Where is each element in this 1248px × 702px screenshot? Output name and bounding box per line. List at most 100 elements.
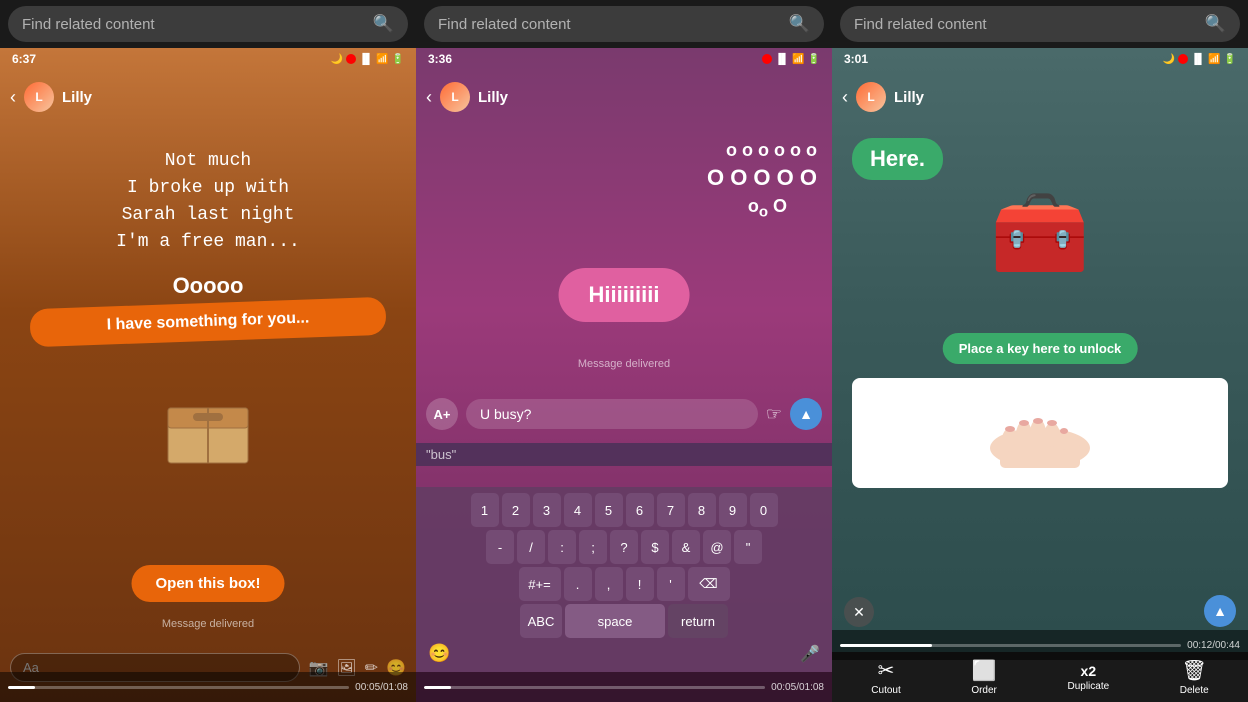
- panel1-avatar: L: [24, 82, 54, 112]
- panel2-message-input[interactable]: [466, 399, 758, 429]
- panel2-font-button[interactable]: A+: [426, 398, 458, 430]
- kb-key-1[interactable]: 1: [471, 493, 499, 527]
- kb-key-5[interactable]: 5: [595, 493, 623, 527]
- search-button-2[interactable]: 🔍: [789, 14, 810, 34]
- panel3-avatar: L: [856, 82, 886, 112]
- panel3-moon-icon: 🌙: [1162, 54, 1174, 65]
- kb-key-return[interactable]: return: [668, 604, 728, 638]
- kb-emoji-button[interactable]: 😊: [428, 643, 450, 664]
- kb-key-comma[interactable]: ,: [595, 567, 623, 601]
- kb-key-9[interactable]: 9: [719, 493, 747, 527]
- panel3-contact-name: Lilly: [894, 89, 924, 106]
- kb-key-4[interactable]: 4: [564, 493, 592, 527]
- panel3-up-button[interactable]: ▲: [1204, 595, 1236, 627]
- duplicate-label: Duplicate: [1067, 681, 1109, 692]
- panel3-progress-wrap: 00:12/00:44: [832, 630, 1248, 660]
- panel2-hiii-bubble: Hiiiiiiiii: [559, 268, 690, 322]
- panels-container: 6:37 🌙 ▐▌ 📶 🔋 ‹ L Lilly Not much I broke…: [0, 48, 1248, 702]
- panel1-box: [163, 388, 253, 468]
- panel3-dot: [1178, 54, 1188, 64]
- panel1-time: 6:37: [12, 52, 36, 66]
- panel3-hand-svg: [980, 388, 1100, 478]
- kb-key-7[interactable]: 7: [657, 493, 685, 527]
- search-bar-2[interactable]: 🔍: [424, 6, 824, 42]
- kb-key-3[interactable]: 3: [533, 493, 561, 527]
- panel3-order-tool[interactable]: ⬜ Order: [971, 658, 997, 696]
- kb-key-colon[interactable]: :: [548, 530, 576, 564]
- panel1-progress-time: 00:05/01:08: [355, 682, 408, 693]
- panel2-battery-icon: 🔋: [808, 54, 820, 65]
- delete-label: Delete: [1180, 685, 1209, 696]
- panel2-keyboard: 1 2 3 4 5 6 7 8 9 0 - / : ; ? $ & @: [416, 487, 832, 672]
- panel2-status-icons: ▐▌ 📶 🔋: [762, 54, 820, 65]
- search-input-3[interactable]: [854, 16, 1197, 33]
- search-bars-container: 🔍 🔍 🔍: [0, 0, 1248, 48]
- kb-key-at[interactable]: @: [703, 530, 731, 564]
- search-input-1[interactable]: [22, 16, 365, 33]
- kb-key-slash[interactable]: /: [517, 530, 545, 564]
- panel2-input-row: A+ ☞ ▲: [426, 398, 822, 430]
- panel1-msg-3: Sarah last night: [20, 202, 396, 229]
- kb-key-apos[interactable]: ': [657, 567, 685, 601]
- panel1-battery-icon: 🔋: [392, 54, 404, 65]
- kb-key-0[interactable]: 0: [750, 493, 778, 527]
- kb-mic-button[interactable]: 🎤: [800, 644, 820, 664]
- panel3-unlock-button[interactable]: Place a key here to unlock: [943, 333, 1138, 364]
- kb-key-delete[interactable]: ⌫: [688, 567, 730, 601]
- panel1-signal-icon: ▐▌: [359, 54, 373, 65]
- panel1-nav: ‹ L Lilly: [0, 76, 416, 118]
- panel2-progress-wrap: 00:05/01:08: [416, 672, 832, 702]
- keyboard-row-numbers: 1 2 3 4 5 6 7 8 9 0: [420, 493, 828, 527]
- panel3-nav: ‹ L Lilly: [832, 76, 1248, 118]
- order-label: Order: [971, 685, 997, 696]
- panel3-hand-area: [852, 378, 1228, 488]
- panel3-cutout-tool[interactable]: ✂ Cutout: [871, 658, 900, 696]
- kb-key-space[interactable]: space: [565, 604, 665, 638]
- kb-key-hash[interactable]: #+=: [519, 567, 561, 601]
- kb-key-dollar[interactable]: $: [641, 530, 669, 564]
- panel2-time: 3:36: [428, 52, 452, 66]
- kb-key-8[interactable]: 8: [688, 493, 716, 527]
- panel1-bubble-area: Ooooo I have something for you...: [30, 273, 386, 341]
- panel3-duplicate-tool[interactable]: x2 Duplicate: [1067, 663, 1109, 692]
- kb-key-6[interactable]: 6: [626, 493, 654, 527]
- kb-key-quote[interactable]: ": [734, 530, 762, 564]
- kb-key-excl[interactable]: !: [626, 567, 654, 601]
- kb-key-amp[interactable]: &: [672, 530, 700, 564]
- search-input-2[interactable]: [438, 16, 781, 33]
- panel1-msg-2: I broke up with: [20, 175, 396, 202]
- panel2-progress-time: 00:05/01:08: [771, 682, 824, 693]
- panel3-status-icons: 🌙 ▐▌ 📶 🔋: [1162, 54, 1236, 65]
- panel1-open-button[interactable]: Open this box!: [132, 565, 285, 602]
- panel2-nav: ‹ L Lilly: [416, 76, 832, 118]
- panel1-back-button[interactable]: ‹: [10, 87, 16, 108]
- panel3-status-bar: 3:01 🌙 ▐▌ 📶 🔋: [832, 48, 1248, 70]
- panel1-msg-4: I'm a free man...: [20, 229, 396, 256]
- panel3-back-button[interactable]: ‹: [842, 87, 848, 108]
- panel3-delete-tool[interactable]: 🗑 Delete: [1180, 658, 1209, 696]
- cutout-label: Cutout: [871, 685, 900, 696]
- panel3-here-bubble: Here.: [852, 138, 943, 180]
- panel1-contact-name: Lilly: [62, 89, 92, 106]
- search-bar-1[interactable]: 🔍: [8, 6, 408, 42]
- panel1-status-bar: 6:37 🌙 ▐▌ 📶 🔋: [0, 48, 416, 70]
- kb-key-minus[interactable]: -: [486, 530, 514, 564]
- panel2-back-button[interactable]: ‹: [426, 87, 432, 108]
- panel1-progress-wrap: 00:05/01:08: [0, 672, 416, 702]
- kb-key-abc[interactable]: ABC: [520, 604, 562, 638]
- panel3-time: 3:01: [844, 52, 868, 66]
- panel2-signal-icon: ▐▌: [775, 54, 789, 65]
- kb-key-semi[interactable]: ;: [579, 530, 607, 564]
- panel3-close-button[interactable]: ✕: [844, 597, 874, 627]
- panel1-msg-1: Not much: [20, 148, 396, 175]
- panel-3: 3:01 🌙 ▐▌ 📶 🔋 ‹ L Lilly Here. 🧰 Place a …: [832, 48, 1248, 702]
- panel2-send-button[interactable]: ▲: [790, 398, 822, 430]
- search-bar-3[interactable]: 🔍: [840, 6, 1240, 42]
- search-button-1[interactable]: 🔍: [373, 14, 394, 34]
- search-button-3[interactable]: 🔍: [1205, 14, 1226, 34]
- kb-key-question[interactable]: ?: [610, 530, 638, 564]
- panel3-progress-time: 00:12/00:44: [1187, 640, 1240, 651]
- panel1-delivered: Message delivered: [0, 618, 416, 630]
- kb-key-2[interactable]: 2: [502, 493, 530, 527]
- kb-key-dot[interactable]: .: [564, 567, 592, 601]
